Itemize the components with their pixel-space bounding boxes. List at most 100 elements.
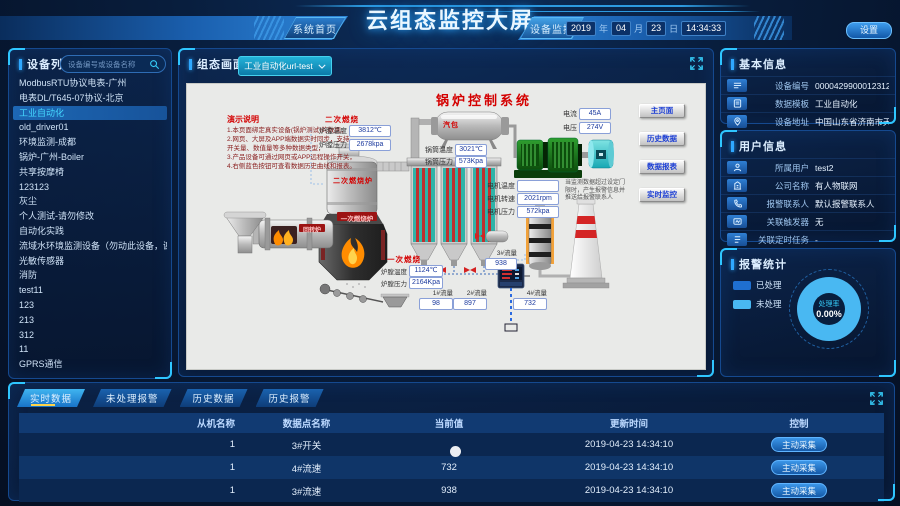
field-value[interactable] — [517, 180, 559, 192]
field-value[interactable]: 1124℃ — [409, 265, 443, 277]
info-value: - — [815, 235, 818, 245]
accent-bar — [19, 59, 22, 70]
motor-assembly — [514, 138, 589, 178]
device-list-item[interactable]: 共享按摩椅 — [13, 165, 167, 180]
alarm-stats-header: 报警统计 — [721, 249, 895, 272]
rotary-kiln — [253, 218, 333, 250]
device-search-input[interactable] — [66, 59, 147, 70]
field-label: 炉膛温度 — [313, 126, 347, 136]
fullscreen-icon[interactable] — [689, 56, 704, 71]
info-label: 关联定时任务 — [753, 234, 809, 246]
device-list-item[interactable]: ModbusRTU协议电表-广州 — [13, 76, 167, 91]
device-list-item[interactable]: 流域水环境监测设备（勿动此设备，谢谢） — [13, 239, 167, 254]
label-secondary-burn: 二次燃烧 — [325, 114, 359, 125]
field-value[interactable]: 572kpa — [517, 206, 559, 218]
page-title: 云组态监控大屏 — [366, 3, 534, 35]
device-list-item[interactable]: 灰尘 — [13, 194, 167, 209]
tab-unprocessed-alarms[interactable]: 未处理报警 — [93, 389, 172, 407]
field-value[interactable]: 573Kpa — [455, 156, 487, 168]
device-list-item[interactable]: GPRS通信 — [13, 357, 167, 372]
tab-realtime-data[interactable]: 实时数据 — [17, 389, 85, 407]
search-icon[interactable] — [149, 59, 160, 70]
tab-history-alarms[interactable]: 历史报警 — [256, 389, 324, 407]
field-value[interactable]: 2678kpa — [349, 139, 391, 151]
device-list-item[interactable]: 电表DL/T645-07协议-北京 — [13, 91, 167, 106]
device-list-item[interactable]: 自动化实践 — [13, 224, 167, 239]
field-motor-temp: 电机温度 — [483, 180, 559, 192]
scada-history-data-button[interactable]: 历史数据 — [639, 132, 685, 146]
device-list-item[interactable]: 光敏传感器 — [13, 254, 167, 269]
date-day[interactable]: 23 — [646, 21, 666, 36]
exchanger-column — [441, 166, 467, 266]
cell-update-time: 2019-04-23 14:34:10 — [544, 462, 714, 473]
realtime-table: 从机名称 数据点名称 当前值 更新时间 控制 1 3#开关 2019-04-23… — [19, 413, 884, 502]
donut-center-label: 处理率 — [819, 299, 840, 309]
info-label: 公司名称 — [753, 180, 809, 192]
field-flow-2: 2#流量 897 — [453, 287, 487, 310]
table-row: 1 3#开关 2019-04-23 14:34:10 主动采集 — [19, 433, 884, 456]
notes-title: 演示说明 — [227, 114, 259, 125]
field-label: 3#流量 — [485, 247, 517, 257]
info-label: 所属用户 — [753, 162, 809, 174]
cell-update-time: 2019-04-23 14:34:10 — [544, 439, 714, 450]
device-list-item[interactable]: 消防 — [13, 268, 167, 283]
column-header: 从机名称 — [19, 416, 259, 430]
cell-point-name: 3#开关 — [259, 438, 354, 452]
active-collect-button[interactable]: 主动采集 — [771, 460, 827, 475]
active-collect-button[interactable]: 主动采集 — [771, 437, 827, 452]
active-collect-button[interactable]: 主动采集 — [771, 483, 827, 498]
column-header: 数据点名称 — [259, 416, 354, 430]
device-list-item[interactable]: 11 — [13, 342, 167, 357]
scada-report-button[interactable]: 数据报表 — [639, 160, 685, 174]
bottom-data-panel: 实时数据 未处理报警 历史数据 历史报警 从机名称 数据点名称 当前值 更新时间… — [8, 382, 895, 501]
user-info-header: 用户信息 — [721, 131, 895, 154]
tab-history-data[interactable]: 历史数据 — [180, 389, 248, 407]
dashboard: 系统首页 云组态监控大屏 设备监控 2019 年 04 月 23 日 14:34… — [0, 0, 900, 506]
field-label: 电机压力 — [483, 207, 515, 217]
note-line: 4.右侧蓝色按钮可查看数据历史曲线和报表。 — [227, 162, 359, 171]
field-value[interactable]: 45A — [579, 108, 611, 120]
time-display: 14:34:33 — [681, 21, 726, 36]
device-list-item-selected[interactable]: 工业自动化 — [13, 106, 167, 121]
scada-realtime-button[interactable]: 实时监控 — [639, 188, 685, 202]
field-value[interactable]: 3021℃ — [455, 144, 487, 156]
device-list-item[interactable]: 213 — [13, 313, 167, 328]
field-value[interactable]: 3812℃ — [349, 125, 391, 137]
field-value[interactable]: 274V — [579, 122, 611, 134]
device-list-item[interactable]: 123 — [13, 298, 167, 313]
company-icon — [727, 179, 747, 192]
label-primary-burn: 一次燃烧 — [387, 254, 421, 265]
field-drum-press: 锅筒压力 573Kpa — [423, 156, 487, 168]
settings-button[interactable]: 设置 — [846, 22, 892, 39]
scada-main-page-button[interactable]: 主页面 — [639, 104, 685, 118]
date-month[interactable]: 04 — [611, 21, 631, 36]
date-year[interactable]: 2019 — [566, 21, 596, 36]
field-label: 炉膛压力 — [377, 278, 407, 288]
user-row-company: 公司名称 有人物联网 — [721, 176, 895, 194]
table-row: 1 3#流速 938 2019-04-23 14:34:10 主动采集 — [19, 479, 884, 502]
field-value[interactable]: 938 — [485, 258, 517, 270]
header-hatch-right — [754, 16, 784, 40]
device-list-item[interactable]: 锅炉-广州-Boiler — [13, 150, 167, 165]
info-label: 设备编号 — [753, 80, 809, 92]
field-value[interactable]: 897 — [453, 298, 487, 310]
field-value[interactable]: 98 — [419, 298, 453, 310]
field-value[interactable]: 732 — [513, 298, 547, 310]
device-list-item[interactable]: 123123 — [13, 180, 167, 195]
device-list-item[interactable]: 个人测试-请勿修改 — [13, 209, 167, 224]
cell-point-name: 3#流速 — [259, 484, 354, 498]
user-info-panel: 用户信息 所属用户 test2 公司名称 有人物联网 报 — [720, 130, 896, 242]
field-value[interactable]: 2021rpm — [517, 193, 559, 205]
screen-select-dropdown[interactable]: 工业自动化url-test — [238, 56, 332, 76]
basic-info-header: 基本信息 — [721, 49, 895, 72]
date-day-unit: 日 — [669, 22, 678, 35]
field-current: 电流 45A — [559, 108, 611, 120]
device-list-item[interactable]: test11 — [13, 283, 167, 298]
legend-swatch-processed — [733, 281, 751, 290]
device-list-item[interactable]: 312 — [13, 328, 167, 343]
device-list-item[interactable]: old_driver01 — [13, 120, 167, 135]
cell-slave-name: 1 — [19, 485, 259, 496]
info-label: 关联触发器 — [753, 216, 809, 228]
device-list-item[interactable]: 环境监测-成都 — [13, 135, 167, 150]
table-fullscreen-icon[interactable] — [869, 391, 884, 406]
